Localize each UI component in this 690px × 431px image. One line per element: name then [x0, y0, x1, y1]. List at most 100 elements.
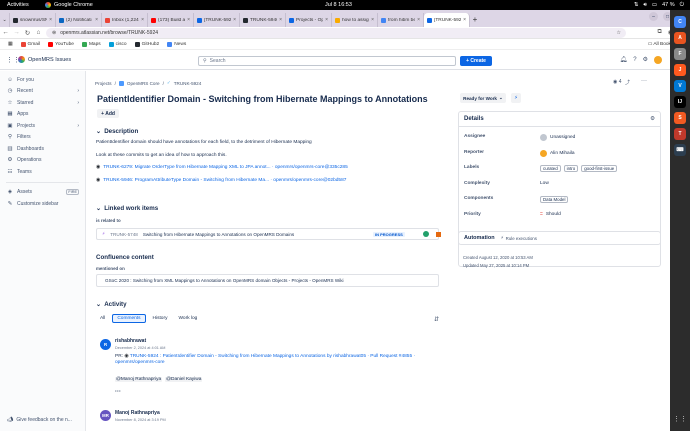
dock-app-icon[interactable]: A [674, 32, 686, 44]
field-value[interactable]: curated intro good-first-issue [540, 165, 618, 172]
close-icon[interactable]: × [141, 17, 144, 23]
browser-tab[interactable]: Projects - Op × [286, 13, 332, 27]
extensions-icon[interactable]: ⧉ [657, 29, 661, 36]
back-icon[interactable]: ← [0, 29, 11, 36]
confluence-page-link[interactable]: GSoC 2020 : Switching from XML Mappings … [96, 274, 439, 287]
notifications-icon[interactable]: 🔔︎ [620, 56, 628, 63]
automation-bolt-icon[interactable]: ⚡︎ [511, 93, 521, 103]
status-badge[interactable]: IN PROGRESS [373, 231, 405, 237]
tab-comments[interactable]: Comments [112, 314, 146, 323]
bookmark-item[interactable]: News [167, 41, 186, 47]
reload-icon[interactable]: ↻ [22, 29, 33, 37]
sidebar-item-projects[interactable]: ▣ Projects › [0, 120, 85, 132]
sidebar-item-apps[interactable]: ▦ Apps [0, 109, 85, 121]
search-input[interactable]: ⚲ Search [198, 56, 456, 66]
help-icon[interactable]: ? [633, 57, 636, 63]
comment-author[interactable]: Manoj Rathnapriya [115, 410, 160, 416]
status-dropdown[interactable]: Ready for Work ⌄ [460, 93, 506, 103]
dock-app-icon[interactable]: F [674, 48, 686, 60]
close-icon[interactable]: × [371, 17, 374, 23]
system-tray[interactable]: ⇅ 🔊︎ ▭ 47 % ⏻ [634, 2, 684, 9]
site-info-icon[interactable]: ⊜ [52, 30, 56, 36]
field-value[interactable]: Alin Mihaila [540, 149, 575, 157]
browser-tab[interactable]: how to assign × [332, 13, 378, 27]
activity-heading[interactable]: ⌄ Activity [96, 301, 127, 308]
browser-tab[interactable]: [TRUNK-5924× [194, 13, 240, 27]
create-button[interactable]: + Create [460, 56, 492, 66]
sidebar-item-for-you[interactable]: ☺ For you [0, 74, 85, 86]
field-value[interactable]: Unassigned [540, 134, 575, 141]
sidebar-item-assets[interactable]: ◈ Assets FIRE [0, 187, 85, 199]
dock-app-icon[interactable]: V [674, 80, 686, 92]
commit-link-1[interactable]: ◉ TRUNK-6279: Migrate OrderType from Hibe… [96, 165, 348, 170]
linked-issue-row[interactable]: ⚡︎ TRUNK-5748 Switching from Hibernate M… [96, 228, 441, 240]
tab-all[interactable]: All [96, 315, 109, 322]
dock-app-icon[interactable]: S [674, 112, 686, 124]
sidebar-item-operations[interactable]: ⚙ Operations [0, 155, 85, 167]
close-icon[interactable]: × [49, 17, 52, 23]
browser-tab[interactable]: [TRUNK-592 × [424, 13, 470, 27]
dock-app-icon[interactable]: ⌨ [674, 144, 686, 156]
close-icon[interactable]: × [417, 17, 420, 23]
tab-work-log[interactable]: Work log [174, 315, 201, 322]
feedback-link[interactable]: 📣︎ Give feedback on the n... [7, 417, 72, 423]
product-logo[interactable]: OpenMRS Issues [18, 56, 71, 63]
activities-button[interactable]: Activities [7, 2, 29, 8]
close-icon[interactable]: × [95, 17, 98, 23]
settings-icon[interactable]: ⚙ [643, 56, 648, 63]
mention[interactable]: @Daniel Kayiwa [165, 377, 203, 382]
browser-tab[interactable]: from hibm be × [378, 13, 424, 27]
url-bar[interactable]: ⊜ openmrs.atlassian.net/browse/TRUNK-5924… [46, 28, 626, 38]
linked-work-heading[interactable]: ⌄ Linked work items [96, 205, 158, 212]
label-chip[interactable]: Data Model [540, 196, 569, 203]
label-chip[interactable]: intro [563, 165, 579, 172]
new-tab-icon[interactable]: + [470, 13, 480, 27]
more-actions-icon[interactable]: ··· [641, 78, 647, 84]
bookmark-star-icon[interactable]: ☆ [617, 30, 621, 36]
comment-more-button[interactable]: ··· [115, 389, 435, 395]
bookmark-item[interactable]: cisco [108, 41, 127, 47]
label-chip[interactable]: curated [540, 165, 561, 172]
label-chip[interactable]: good-first-issue [581, 165, 618, 172]
chevron-right-icon[interactable]: › [77, 123, 79, 129]
bookmark-item[interactable]: Gmail [20, 41, 40, 47]
sidebar-item-starred[interactable]: ☆ Starred › [0, 97, 85, 109]
watch-button[interactable]: ◉ 4 [613, 79, 622, 85]
browser-tab[interactable]: snowrirus/SN × [10, 13, 56, 27]
dock-app-icon[interactable]: C [674, 16, 686, 28]
avatar[interactable]: MR [100, 410, 111, 421]
bookmark-item[interactable]: Maps [81, 41, 101, 47]
add-button[interactable]: + Add [97, 109, 119, 118]
automation-panel[interactable]: Automation ⚡︎ Rule executions [458, 231, 661, 245]
bookmark-item[interactable]: GitHub2 [134, 41, 159, 47]
avatar[interactable] [654, 55, 662, 64]
page-title[interactable]: PatientIdentifier Domain - Switching fro… [97, 94, 428, 104]
gear-icon[interactable]: ⚙ [650, 116, 655, 122]
breadcrumb-projects[interactable]: Projects [95, 81, 112, 86]
home-icon[interactable]: ⌂ [33, 29, 44, 36]
dock-app-icon[interactable]: J [674, 64, 686, 76]
linked-issue-summary[interactable]: Switching from Hibernate Mappings to Ann… [143, 232, 294, 237]
close-icon[interactable]: × [325, 17, 328, 23]
sidebar-item-recent[interactable]: ◷ Recent › [0, 86, 85, 98]
breadcrumb-project[interactable]: OpenMRS Core [127, 81, 160, 86]
avatar[interactable]: R [100, 339, 111, 350]
linked-issue-key[interactable]: TRUNK-5748 [110, 232, 138, 237]
active-app[interactable]: Google Chrome [45, 2, 93, 8]
comment-author[interactable]: rishabhrawat [115, 338, 146, 344]
description-heading[interactable]: ⌄ Description [96, 128, 138, 135]
sort-icon[interactable]: ⇵ [434, 316, 439, 323]
commit-link-2[interactable]: ◉ TRUNK-5946: ProgramAttributeType Domain… [96, 178, 346, 183]
close-icon[interactable]: × [279, 17, 282, 23]
close-icon[interactable]: × [187, 17, 190, 23]
field-value[interactable]: Low [540, 181, 549, 186]
clock[interactable]: Jul 8 16:53 [325, 2, 352, 8]
field-value[interactable]: = Should [540, 212, 561, 217]
sidebar-item-customize[interactable]: ✎ Customize sidebar [0, 198, 85, 210]
browser-tab[interactable]: Inbox (1,224 × [102, 13, 148, 27]
show-apps-icon[interactable]: ⋮⋮ [673, 415, 687, 423]
browser-tab[interactable]: (173) Build a × [148, 13, 194, 27]
tab-search-icon[interactable]: ⌄ [0, 13, 10, 27]
breadcrumb-issue-key[interactable]: TRUNK-5924 [174, 81, 202, 86]
chevron-right-icon[interactable]: › [77, 88, 79, 94]
